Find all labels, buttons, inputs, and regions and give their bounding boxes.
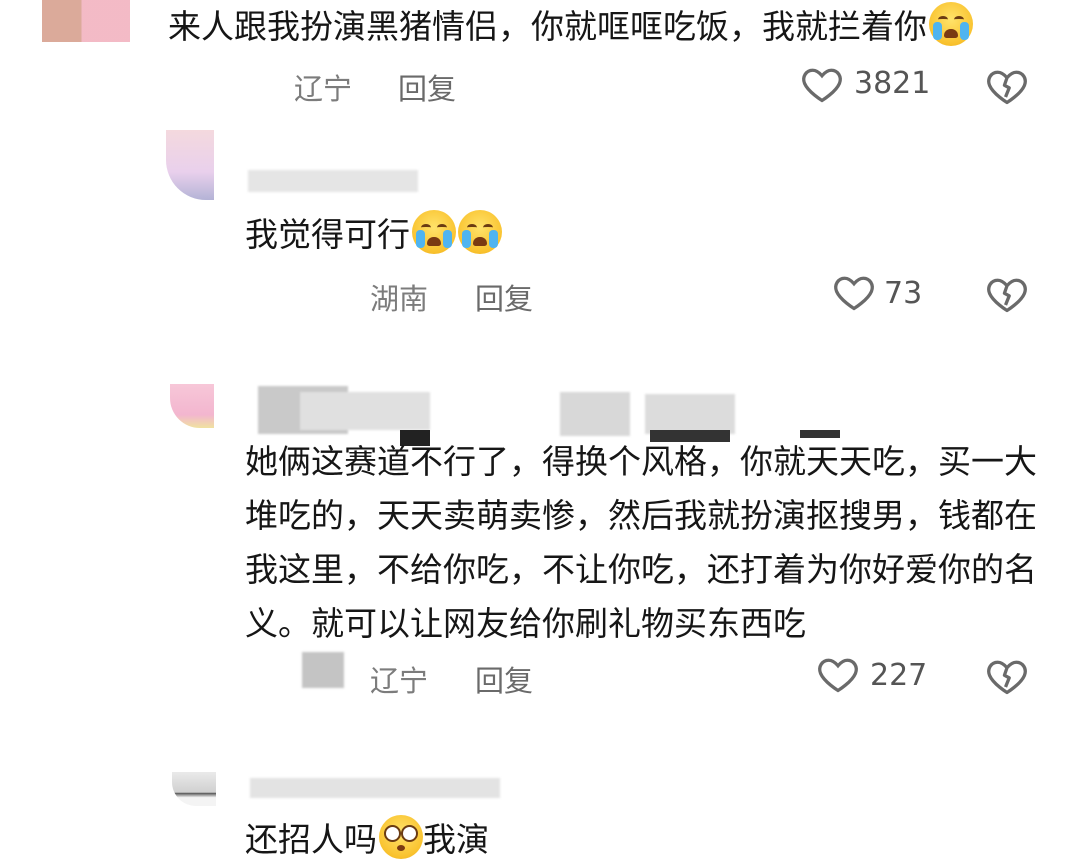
avatar[interactable] — [170, 384, 214, 428]
avatar[interactable] — [172, 772, 216, 806]
like-count: 3821 — [854, 66, 931, 101]
reply-button[interactable]: 回复 — [398, 66, 456, 108]
reply-button[interactable]: 回复 — [475, 276, 533, 318]
comment-text-body: 我演 — [423, 820, 489, 859]
comment-text: 她俩这赛道不行了，得换个风格，你就天天吃，买一大堆吃的，天天卖萌卖惨，然后我就扮… — [245, 442, 1037, 643]
broken-heart-icon[interactable] — [985, 654, 1029, 698]
heart-outline-icon — [802, 68, 842, 103]
comment-text: 来人跟我扮演黑猪情侣，你就哐哐吃饭，我就拦着你 — [168, 2, 973, 50]
flushed-face-icon — [379, 815, 423, 859]
loudly-crying-face-icon — [458, 210, 502, 254]
reply-button[interactable]: 回复 — [475, 658, 533, 700]
comment-location: 湖南 — [370, 282, 429, 316]
comment-text: 还招人吗 我演 — [245, 815, 489, 863]
like-button[interactable]: 227 — [816, 652, 936, 698]
like-count: 227 — [870, 658, 928, 693]
comment-text-body: 还招人吗 — [245, 820, 377, 859]
username-redacted — [300, 392, 430, 430]
avatar[interactable] — [42, 0, 130, 42]
heart-outline-icon — [834, 276, 874, 311]
comment-text-body: 我觉得可行 — [245, 215, 410, 254]
loudly-crying-face-icon — [412, 210, 456, 254]
comment-location: 辽宁 — [370, 664, 429, 698]
comment-location: 辽宁 — [294, 72, 353, 106]
comment-text: 我觉得可行 — [245, 210, 502, 258]
comment-text-body: 来人跟我扮演黑猪情侣，你就哐哐吃饭，我就拦着你 — [168, 7, 927, 46]
avatar-redacted — [302, 652, 344, 688]
username-redacted — [560, 392, 630, 436]
loudly-crying-face-icon — [929, 2, 973, 46]
heart-outline-icon — [818, 658, 858, 693]
like-button[interactable]: 3821 — [800, 62, 930, 108]
like-count: 73 — [884, 276, 923, 311]
like-button[interactable]: 73 — [832, 270, 942, 316]
avatar[interactable] — [166, 130, 214, 200]
username-redacted — [645, 394, 735, 434]
username-redacted — [248, 170, 418, 192]
broken-heart-icon[interactable] — [985, 64, 1029, 108]
broken-heart-icon[interactable] — [985, 272, 1029, 316]
username-redacted — [250, 778, 500, 798]
